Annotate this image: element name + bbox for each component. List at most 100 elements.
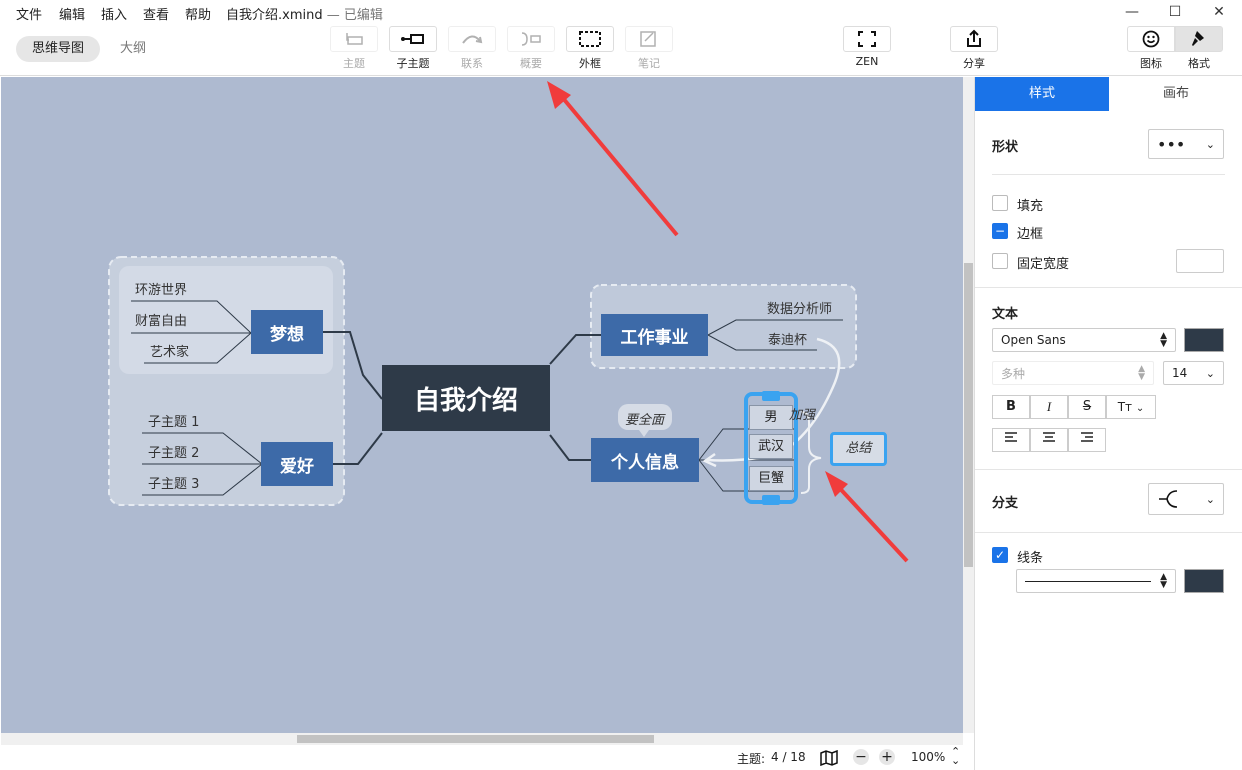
menu-edit[interactable]: 编辑 — [59, 4, 85, 23]
align-center-button[interactable] — [1030, 428, 1068, 452]
font-select[interactable]: Open Sans ▲ ▼ — [992, 328, 1176, 352]
ellipsis-icon: ••• — [1157, 134, 1186, 154]
menu-file[interactable]: 文件 — [16, 4, 42, 23]
bold-button[interactable]: B — [992, 395, 1030, 419]
mindmap-canvas[interactable]: 自我介绍 梦想 爱好 工作事业 个人信息 环游世界 财富自由 艺术家 子主题 1… — [1, 77, 963, 733]
menu-help[interactable]: 帮助 — [185, 4, 211, 23]
format-label: 格式 — [1188, 57, 1210, 70]
topic-personal[interactable]: 个人信息 — [591, 438, 699, 482]
line-label: 线条 — [1017, 551, 1044, 566]
subtopic-dream-2[interactable]: 财富自由 — [135, 310, 187, 329]
line-color-swatch[interactable] — [1184, 569, 1224, 593]
horizontal-scroll-thumb[interactable] — [297, 735, 654, 743]
subtopic-dream-3[interactable]: 艺术家 — [150, 341, 189, 360]
relation-label: 联系 — [461, 57, 483, 70]
subtopic-hobby-2[interactable]: 子主题 2 — [148, 442, 199, 461]
weight-value: 多种 — [1001, 366, 1026, 381]
horizontal-scrollbar[interactable] — [1, 733, 963, 745]
paintbrush-icon — [1192, 31, 1204, 46]
line-preview — [1025, 580, 1151, 582]
boundary-button[interactable] — [566, 26, 614, 52]
icons-button[interactable] — [1127, 26, 1175, 52]
branch-style-icon — [1159, 490, 1178, 508]
note-label: 笔记 — [638, 57, 660, 70]
border-checkbox[interactable]: − — [992, 223, 1008, 239]
summary-topic[interactable]: 总结 — [830, 432, 887, 466]
subtopic-career-2[interactable]: 泰迪杯 — [768, 329, 807, 348]
updown-icon: ▲ ▼ — [1160, 331, 1167, 349]
topic-icon — [346, 33, 363, 45]
subtopic-personal-3[interactable]: 巨蟹 — [749, 466, 793, 491]
tab-style[interactable]: 样式 — [975, 77, 1109, 111]
vertical-scrollbar[interactable] — [963, 77, 974, 733]
subtopic-personal-2[interactable]: 武汉 — [749, 434, 793, 459]
format-button[interactable] — [1175, 26, 1223, 52]
zoom-level[interactable]: 100% — [911, 750, 945, 764]
branch-heading: 分支 — [992, 496, 1019, 511]
text-case-label: Tт — [1117, 400, 1133, 414]
font-weight-select[interactable]: 多种 ▲ ▼ — [992, 361, 1154, 385]
selection-handle-top[interactable] — [762, 391, 780, 401]
zoom-stepper-icon[interactable]: ⌃ ⌄ — [951, 746, 960, 766]
selection-handle-bottom[interactable] — [762, 495, 780, 505]
relation-label[interactable]: 加强 — [789, 404, 815, 423]
red-arrow-top — [555, 89, 679, 237]
subtopic-hobby-1[interactable]: 子主题 1 — [148, 411, 199, 430]
note-icon — [640, 31, 656, 47]
updown-icon: ▲ ▼ — [1160, 572, 1167, 590]
callout-tail — [639, 430, 649, 437]
topic-button[interactable] — [330, 26, 378, 52]
shape-heading: 形状 — [992, 140, 1019, 155]
fixed-width-checkbox[interactable] — [992, 253, 1008, 269]
fixed-width-label: 固定宽度 — [1017, 257, 1070, 272]
topic-hobby[interactable]: 爱好 — [261, 442, 333, 486]
subtopic-hobby-3[interactable]: 子主题 3 — [148, 473, 199, 492]
fill-checkbox[interactable] — [992, 195, 1008, 211]
border-label: 边框 — [1017, 227, 1044, 242]
font-size-select[interactable]: 14 ⌄ — [1163, 361, 1224, 385]
vertical-scroll-thumb[interactable] — [964, 263, 973, 567]
tab-outline[interactable]: 大纲 — [104, 36, 162, 62]
branch-style-select[interactable]: ⌄ — [1148, 483, 1224, 515]
italic-button[interactable]: I — [1030, 395, 1068, 419]
central-topic[interactable]: 自我介绍 — [382, 365, 550, 431]
share-label: 分享 — [963, 57, 985, 70]
status-bar: 主题: 4 / 18 − + 100% ⌃ ⌄ — [0, 745, 974, 770]
topic-career[interactable]: 工作事业 — [601, 314, 708, 356]
topic-dream[interactable]: 梦想 — [251, 310, 323, 354]
tab-mindmap[interactable]: 思维导图 — [16, 36, 101, 62]
strikethrough-button[interactable]: S — [1068, 395, 1106, 419]
subtopic-dream-1[interactable]: 环游世界 — [135, 279, 187, 298]
tab-canvas[interactable]: 画布 — [1109, 77, 1242, 111]
close-icon[interactable]: ✕ — [1197, 0, 1241, 24]
callout-text[interactable]: 要全面 — [625, 409, 664, 428]
text-case-button[interactable]: Tт ⌄ — [1106, 395, 1156, 419]
align-left-icon — [1005, 432, 1017, 442]
menu-view[interactable]: 查看 — [143, 4, 169, 23]
line-checkbox[interactable]: ✓ — [992, 547, 1008, 563]
line-style-select[interactable]: ▲ ▼ — [1016, 569, 1176, 593]
align-left-button[interactable] — [992, 428, 1030, 452]
share-button[interactable] — [950, 26, 998, 52]
map-icon[interactable] — [820, 750, 838, 766]
font-value: Open Sans — [1001, 333, 1066, 347]
summary-label: 概要 — [520, 57, 542, 70]
zoom-out-icon[interactable]: − — [853, 749, 869, 765]
align-center-icon — [1043, 432, 1055, 442]
note-button[interactable] — [625, 26, 673, 52]
fixed-width-input[interactable] — [1176, 249, 1224, 273]
text-color-swatch[interactable] — [1184, 328, 1224, 352]
summary-button[interactable] — [507, 26, 555, 52]
zen-button[interactable] — [843, 26, 891, 52]
relation-button[interactable] — [448, 26, 496, 52]
minimize-icon[interactable]: — — [1110, 0, 1154, 24]
subtopic-career-1[interactable]: 数据分析师 — [767, 298, 832, 317]
align-right-button[interactable] — [1068, 428, 1106, 452]
shape-select[interactable]: ••• ⌄ — [1148, 129, 1224, 159]
zoom-in-icon[interactable]: + — [879, 749, 895, 765]
subtopic-button[interactable] — [389, 26, 437, 52]
maximize-icon[interactable]: ☐ — [1153, 0, 1197, 24]
menu-insert[interactable]: 插入 — [101, 4, 127, 23]
subtopic-personal-1[interactable]: 男 — [749, 405, 793, 430]
red-arrow-bottom — [831, 479, 909, 563]
